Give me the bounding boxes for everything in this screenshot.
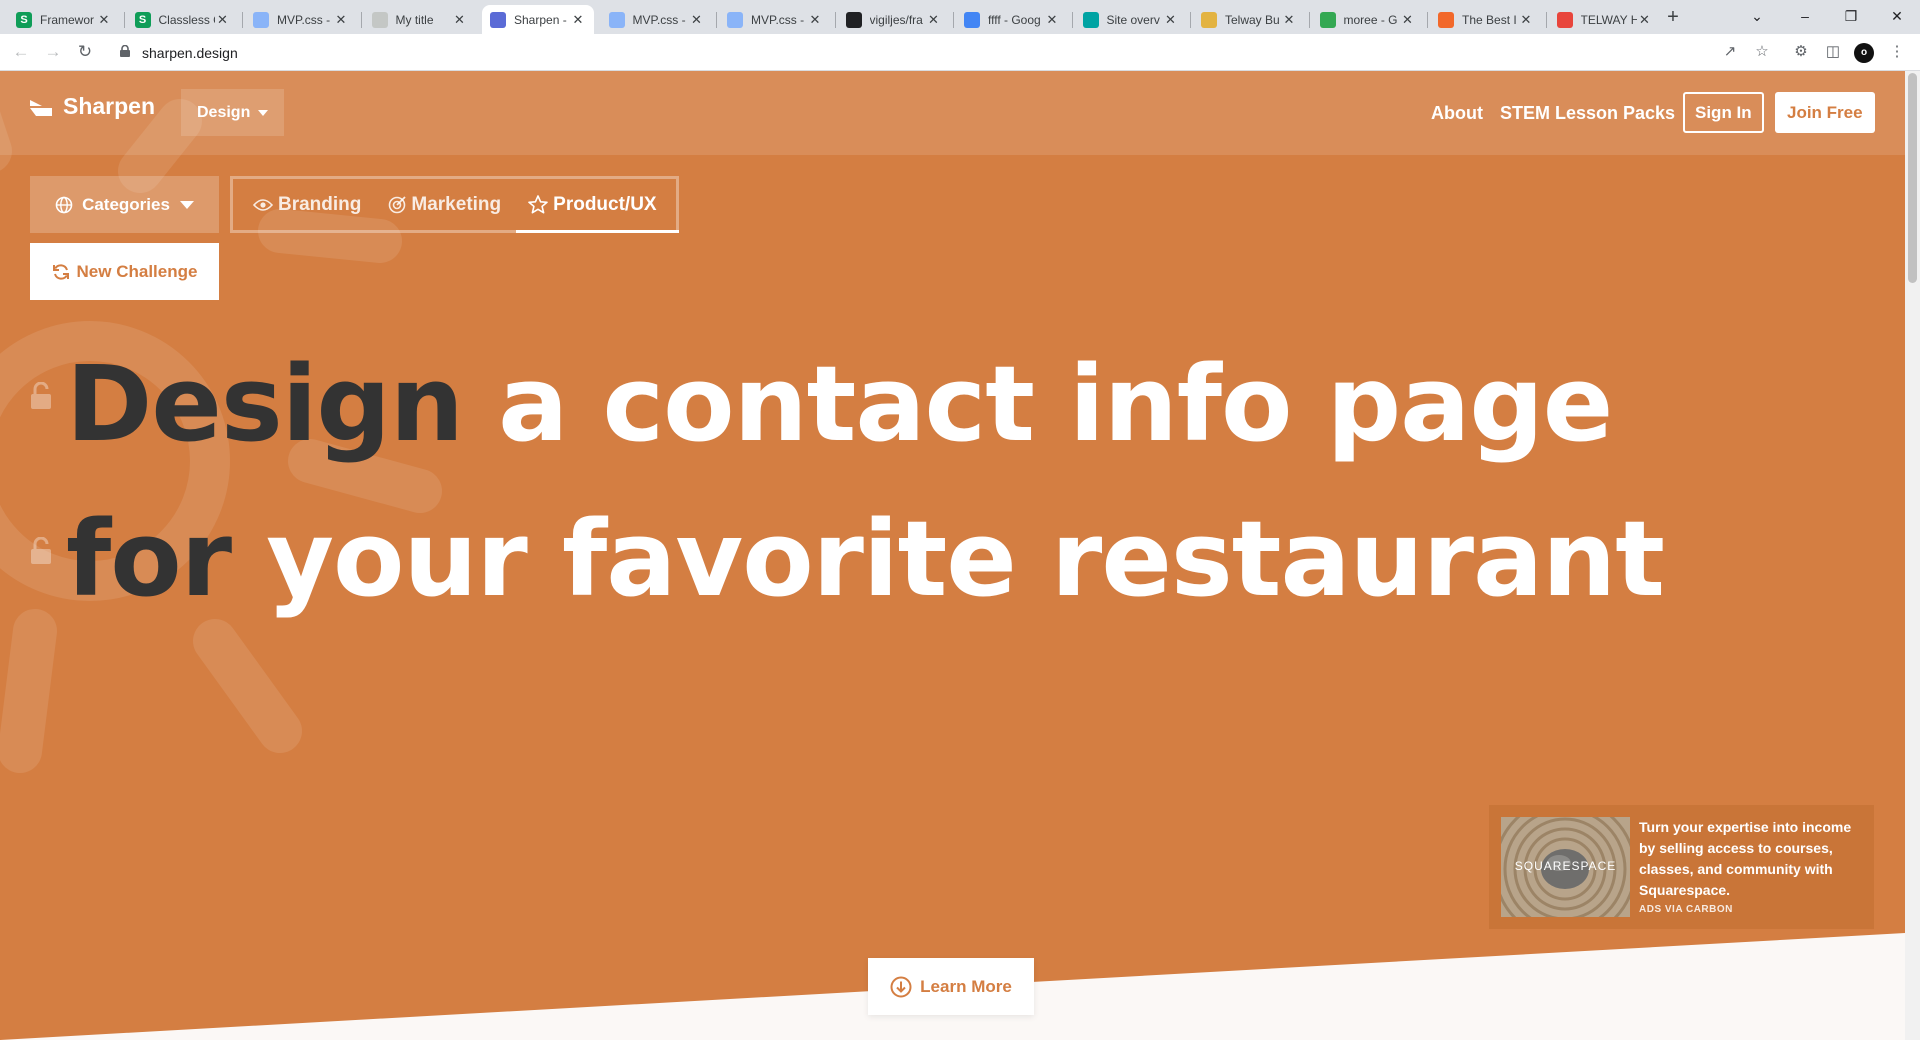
browser-tab[interactable]: S Framewor ✕: [8, 5, 120, 34]
tab-favicon-icon: [964, 11, 980, 28]
close-tab-icon[interactable]: ✕: [926, 12, 942, 28]
tab-title: The Best I: [1462, 12, 1517, 27]
lock-icon: [120, 45, 130, 57]
learn-more-label: Learn More: [920, 976, 1012, 996]
browser-tab[interactable]: The Best I ✕: [1430, 5, 1542, 34]
close-tab-icon[interactable]: ✕: [1400, 12, 1416, 28]
tab-title: Framewor: [40, 12, 95, 27]
browser-tab[interactable]: S Classless C✕: [127, 5, 239, 34]
close-window-button[interactable]: ✕: [1874, 0, 1920, 34]
browser-tab-bar: SFramewor✕SClassless C✕MVP.css -✕My titl…: [0, 0, 1920, 34]
url-text: sharpen.design: [142, 45, 238, 61]
new-tab-button[interactable]: +: [1662, 6, 1684, 28]
close-tab-icon[interactable]: ✕: [96, 12, 112, 28]
tab-title: vigiljes/fra: [869, 12, 923, 27]
ad-image[interactable]: SQUARESPACE: [1501, 817, 1630, 917]
tab-separator: [834, 12, 836, 28]
arrow-down-circle-icon: [890, 976, 912, 997]
close-tab-icon[interactable]: ✕: [1518, 12, 1534, 28]
tab-favicon-icon: [490, 11, 506, 28]
browser-tab[interactable]: moree - G ✕: [1312, 5, 1424, 34]
profile-avatar[interactable]: o: [1854, 43, 1874, 63]
tab-title: Sharpen -: [514, 12, 567, 27]
close-tab-icon[interactable]: ✕: [807, 12, 823, 28]
tab-favicon-icon: [371, 11, 388, 28]
tab-favicon-icon: [727, 11, 743, 28]
tab-separator: [242, 12, 243, 28]
close-tab-icon[interactable]: ✕: [1163, 12, 1179, 28]
browser-tab[interactable]: Telway Bu ✕: [1193, 5, 1305, 34]
tab-favicon-icon: [1556, 11, 1573, 28]
tab-separator: [360, 12, 362, 28]
forward-icon[interactable]: →: [41, 40, 65, 64]
tab-separator: [716, 12, 717, 28]
browser-tab[interactable]: Sharpen - ✕: [482, 5, 594, 34]
page-scrollbar[interactable]: [1905, 71, 1920, 1040]
share-icon[interactable]: ↗: [1719, 41, 1741, 63]
address-bar[interactable]: sharpen.design: [110, 37, 1790, 67]
tab-separator: [1190, 12, 1191, 28]
tab-favicon-icon: [1319, 11, 1336, 28]
browser-tab[interactable]: MVP.css - ✕: [245, 5, 357, 34]
tab-favicon-icon: [845, 11, 862, 28]
tab-favicon-icon: [608, 11, 625, 28]
minimize-button[interactable]: –: [1782, 0, 1828, 34]
tab-favicon-icon: S: [134, 11, 151, 28]
close-tab-icon[interactable]: ✕: [452, 12, 468, 28]
tab-title: Telway Bu: [1225, 12, 1280, 27]
tab-favicon-icon: S: [16, 11, 32, 28]
ad-text[interactable]: Turn your expertise into income by selli…: [1639, 817, 1864, 901]
tab-favicon-icon: [253, 11, 269, 28]
bookmark-star-icon[interactable]: ☆: [1751, 41, 1773, 63]
page-viewport: Sharpen Design About STEM Lesson Packs S…: [0, 71, 1905, 1040]
ads-via-carbon-link[interactable]: ADS VIA CARBON: [1639, 904, 1733, 915]
close-tab-icon[interactable]: ✕: [1281, 12, 1297, 28]
ad-brand: SQUARESPACE: [1514, 859, 1617, 873]
tab-title: Classless C: [158, 12, 215, 27]
tab-title: moree - G: [1343, 12, 1398, 27]
close-tab-icon[interactable]: ✕: [689, 12, 705, 28]
browser-tab[interactable]: MVP.css - ✕: [719, 5, 831, 34]
restore-button[interactable]: ❐: [1828, 0, 1874, 34]
back-icon[interactable]: ←: [9, 40, 33, 64]
browser-tab[interactable]: vigiljes/fra ✕: [838, 5, 950, 34]
tab-title: MVP.css -: [751, 12, 805, 27]
tab-separator: [1427, 12, 1428, 28]
tab-separator: [1545, 12, 1547, 28]
tab-search-icon[interactable]: ⌄: [1734, 0, 1780, 34]
close-tab-icon[interactable]: ✕: [333, 12, 349, 28]
browser-toolbar: ← → ↻ sharpen.design ↗ ☆ ⚙ ◫ o ⋮: [0, 34, 1920, 71]
tab-separator: [123, 12, 125, 28]
tab-title: TELWAY H: [1580, 12, 1637, 27]
browser-tab[interactable]: My title ✕: [364, 5, 476, 34]
close-tab-icon[interactable]: ✕: [215, 12, 231, 28]
tab-title: MVP.css -: [277, 12, 331, 27]
scrollbar-thumb[interactable]: [1908, 73, 1917, 283]
tab-favicon-icon: [1438, 11, 1454, 28]
tab-title: My title: [395, 12, 434, 27]
tab-separator: [1071, 12, 1073, 28]
extensions-icon[interactable]: ⚙: [1790, 41, 1812, 63]
browser-tab[interactable]: ffff - Goog ✕: [956, 5, 1068, 34]
close-tab-icon[interactable]: ✕: [1044, 12, 1060, 28]
reload-icon[interactable]: ↻: [73, 40, 97, 64]
tab-favicon-icon: [1082, 11, 1099, 28]
side-panel-icon[interactable]: ◫: [1822, 41, 1844, 63]
browser-tab[interactable]: Site overv ✕: [1075, 5, 1187, 34]
browser-tab[interactable]: MVP.css - ✕: [601, 5, 713, 34]
learn-more-button[interactable]: Learn More: [868, 958, 1034, 1015]
close-tab-icon[interactable]: ✕: [1637, 12, 1653, 28]
carbon-ad[interactable]: SQUARESPACE Turn your expertise into inc…: [1489, 805, 1874, 929]
tab-separator: [953, 12, 954, 28]
menu-kebab-icon[interactable]: ⋮: [1886, 41, 1908, 63]
browser-tab[interactable]: TELWAY H ✕: [1549, 5, 1661, 34]
close-tab-icon[interactable]: ✕: [570, 12, 586, 28]
tab-title: Site overv: [1106, 12, 1160, 27]
tab-separator: [1308, 12, 1310, 28]
tab-favicon-icon: [1201, 11, 1217, 28]
tab-title: MVP.css -: [632, 12, 686, 27]
tab-title: ffff - Goog: [988, 12, 1041, 27]
